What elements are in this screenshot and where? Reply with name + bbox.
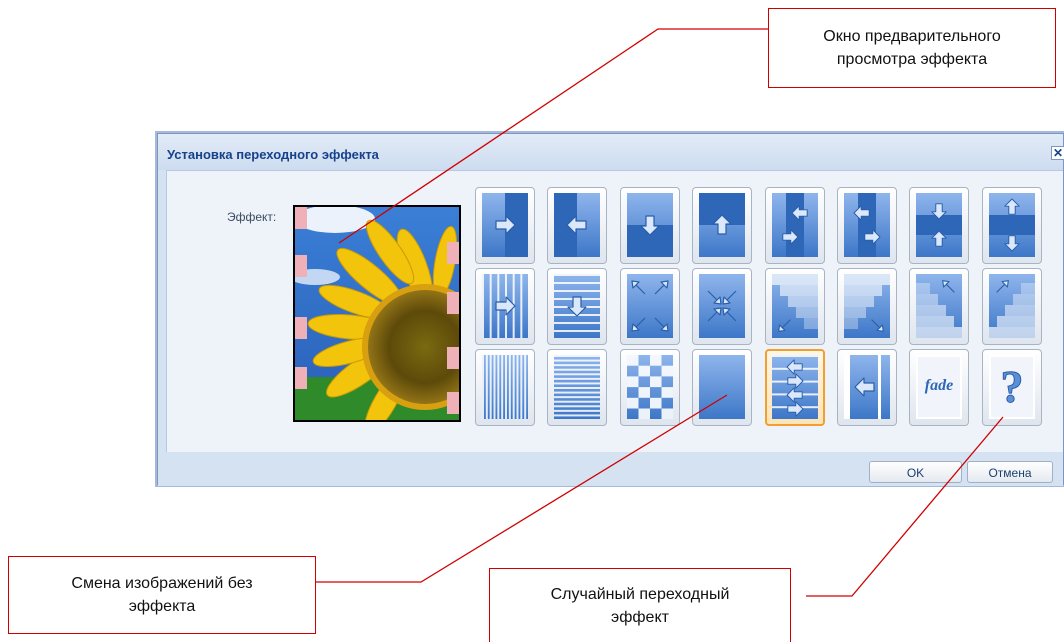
dialog-body: Эффект: fade ?	[166, 170, 1063, 454]
effect-tile[interactable]	[692, 268, 752, 345]
wipe-left-icon	[554, 193, 600, 257]
callout-text-line-1: Окно предварительного	[823, 28, 1001, 45]
split-vertical-in-icon	[916, 193, 962, 257]
callout-no-effect: Смена изображений без эффекта	[8, 556, 316, 634]
box-in-icon	[699, 274, 745, 338]
blinds-down-icon	[554, 274, 600, 338]
effect-tile[interactable]	[620, 349, 680, 426]
cancel-button[interactable]: Отмена	[967, 461, 1053, 483]
effect-tile[interactable]	[692, 349, 752, 426]
effect-tile[interactable]	[909, 187, 969, 264]
wipe-down-icon	[627, 193, 673, 257]
effect-tile[interactable]	[765, 349, 825, 426]
effect-tile[interactable]	[547, 268, 607, 345]
effect-tile[interactable]	[475, 187, 535, 264]
effect-tile[interactable]	[982, 268, 1042, 345]
box-out-icon	[627, 274, 673, 338]
callout-text-line-2: эффект	[611, 608, 669, 626]
callout-text-line-1: Случайный переходный	[550, 585, 730, 603]
random-effect-icon: ?	[989, 355, 1035, 419]
stairs-down-right-icon	[844, 274, 890, 338]
effect-tile[interactable]	[620, 268, 680, 345]
callout-preview-window: Окно предварительного просмотра эффекта	[768, 8, 1056, 88]
fade-icon: fade	[916, 355, 962, 419]
dialog-title-bar[interactable]: Установка переходного эффекта ✕	[158, 134, 1064, 170]
wipe-right-icon	[482, 193, 528, 257]
push-left-icon	[844, 355, 890, 419]
effect-tile[interactable]	[982, 187, 1042, 264]
effect-tile[interactable]	[620, 187, 680, 264]
callout-random-effect: Случайный переходный эффект	[489, 568, 791, 642]
split-vertical-out-icon	[989, 193, 1035, 257]
effect-tile[interactable]	[692, 187, 752, 264]
callout-text-line-2: эффекта	[128, 598, 196, 615]
stairs-up-left-icon	[916, 274, 962, 338]
transition-effect-dialog: Установка переходного эффекта ✕ Эффект:	[157, 133, 1064, 486]
effect-tile[interactable]	[547, 187, 607, 264]
effect-label: Эффект:	[227, 210, 277, 224]
wipe-up-icon	[699, 193, 745, 257]
ok-button[interactable]: OK	[869, 461, 962, 483]
vertical-stripes-icon	[482, 355, 528, 419]
effect-tile[interactable]	[475, 268, 535, 345]
blinds-right-icon	[482, 274, 528, 338]
callout-text-line-2: просмотра эффекта	[836, 51, 988, 68]
question-mark-text: ?	[1000, 361, 1024, 413]
horizontal-stripes-icon	[554, 355, 600, 419]
effect-preview-window	[293, 205, 461, 422]
effect-tile[interactable]	[765, 187, 825, 264]
close-button[interactable]: ✕	[1051, 146, 1064, 160]
effect-tile[interactable]	[837, 349, 897, 426]
checkerboard-icon	[627, 355, 673, 419]
split-horizontal-out-icon	[844, 193, 890, 257]
no-effect-icon	[699, 355, 745, 419]
effect-tile[interactable]: ?	[982, 349, 1042, 426]
interlace-icon	[772, 355, 818, 419]
effect-tile[interactable]	[475, 349, 535, 426]
sunflower-preview-image	[295, 207, 459, 420]
fade-text: fade	[924, 377, 954, 394]
callout-text-line-1: Смена изображений без	[71, 575, 253, 592]
stairs-up-right-icon	[989, 274, 1035, 338]
dialog-title: Установка переходного эффекта	[167, 147, 379, 162]
dialog-footer: OK Отмена	[158, 452, 1063, 486]
effect-tile[interactable]	[837, 268, 897, 345]
stairs-down-left-icon	[772, 274, 818, 338]
split-horizontal-in-icon	[772, 193, 818, 257]
effect-tile[interactable]	[837, 187, 897, 264]
effect-tile[interactable]	[765, 268, 825, 345]
effect-tile[interactable]	[547, 349, 607, 426]
effect-tile[interactable]	[909, 268, 969, 345]
effect-tile[interactable]: fade	[909, 349, 969, 426]
